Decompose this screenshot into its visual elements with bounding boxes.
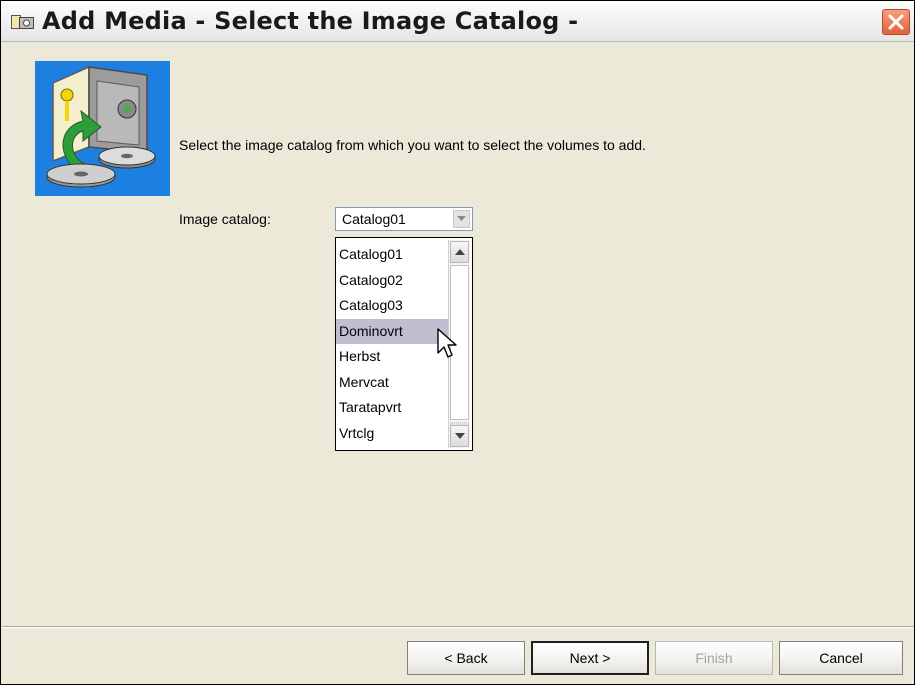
image-catalog-label: Image catalog: [179, 211, 271, 227]
scroll-down-button[interactable] [450, 425, 469, 447]
back-button[interactable]: < Back [407, 641, 525, 675]
list-item[interactable]: Catalog02 [336, 268, 448, 294]
combobox-dropdown-button[interactable] [453, 210, 470, 228]
finish-button[interactable]: Finish [655, 641, 773, 675]
list-item[interactable]: Mervcat [336, 370, 448, 396]
vault-disc-icon [35, 61, 170, 196]
window-title: Add Media - Select the Image Catalog - [42, 7, 579, 35]
scroll-up-button[interactable] [450, 241, 469, 263]
option-list: Catalog01 Catalog02 Catalog03 Dominovrt … [336, 242, 448, 446]
list-item[interactable]: Catalog01 [336, 242, 448, 268]
title-bar[interactable]: Add Media - Select the Image Catalog - [1, 1, 914, 42]
window-icon [11, 13, 35, 31]
cancel-button[interactable]: Cancel [779, 641, 903, 675]
next-button[interactable]: Next > [531, 641, 649, 675]
list-item[interactable]: Vrtclg [336, 421, 448, 447]
list-item-highlighted[interactable]: Dominovrt [336, 318, 448, 344]
footer-separator [1, 626, 914, 628]
instruction-text: Select the image catalog from which you … [179, 137, 646, 153]
close-icon [888, 14, 904, 30]
chevron-down-icon [457, 216, 466, 221]
dialog-window: Add Media - Select the Image Catalog - S… [0, 0, 915, 685]
chevron-down-icon [455, 433, 465, 439]
image-catalog-selected-value: Catalog01 [342, 211, 406, 227]
close-button[interactable] [882, 9, 910, 35]
chevron-up-icon [455, 249, 465, 255]
list-item[interactable]: Taratapvrt [336, 395, 448, 421]
image-catalog-combobox[interactable]: Catalog01 [335, 207, 473, 231]
list-item[interactable]: Catalog03 [336, 293, 448, 319]
mouse-pointer-icon [436, 328, 458, 362]
list-item[interactable]: Herbst [336, 344, 448, 370]
